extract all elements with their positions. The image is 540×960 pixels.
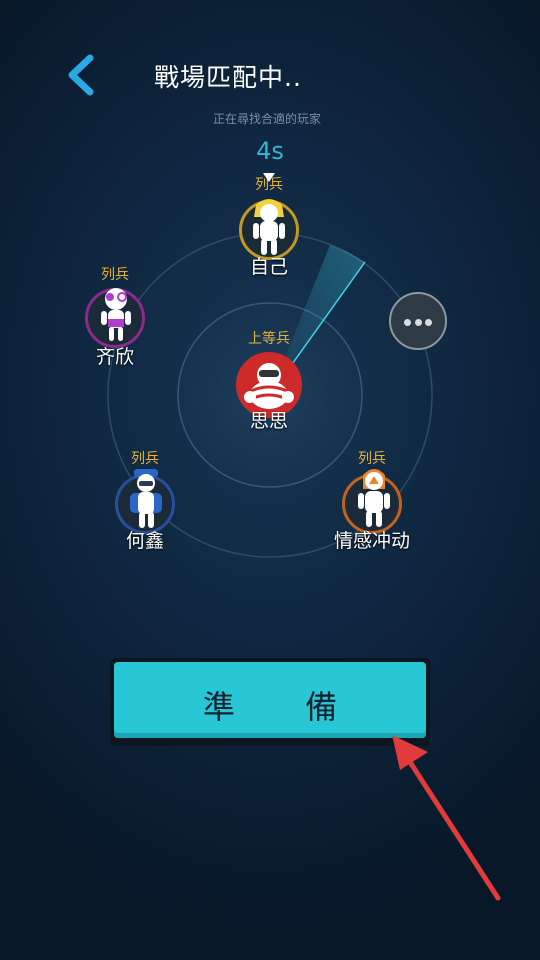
ready-button[interactable]: 準 備 [110,658,430,746]
player-name: 思思 [249,410,288,432]
player-slot-sisi: 上等兵 思思 [194,326,344,446]
matching-status-text: 正在尋找合適的玩家 [212,112,321,126]
character-figure-icon [130,469,162,528]
more-options-button[interactable] [389,292,447,350]
character-figure-icon [358,469,390,527]
player-avatar [115,469,175,534]
player-slot-self: 列兵 自己 [194,172,344,292]
ready-button-face[interactable]: 準 備 [114,662,426,738]
more-dots-icon [425,319,432,326]
player-name: 情感冲动 [333,530,410,552]
page-title: 戰場匹配中.. [154,63,302,92]
player-name: 自己 [249,256,288,278]
character-figure-icon [101,288,131,341]
match-timer: 4s [256,137,284,165]
player-slot-qixin: 列兵 齐欣 [40,264,190,384]
self-marker-icon [263,173,275,182]
player-name: 何鑫 [125,530,164,552]
player-name: 齐欣 [95,346,134,368]
more-dots-icon [414,319,422,326]
player-avatar [342,469,402,534]
player-avatar [239,199,299,260]
player-slot-hexin: 列兵 何鑫 [70,448,220,568]
character-figure-icon [244,363,294,409]
player-slot-qinggan: 列兵 情感冲动 [297,448,447,568]
character-figure-icon [253,199,285,255]
player-rank: 列兵 [101,267,129,283]
chevron-left-icon [68,54,94,96]
more-dots-icon [404,319,411,326]
player-avatar [85,288,145,348]
player-rank: 上等兵 [248,331,290,347]
back-button[interactable] [56,50,104,100]
ready-button-label: 準 備 [202,688,368,726]
